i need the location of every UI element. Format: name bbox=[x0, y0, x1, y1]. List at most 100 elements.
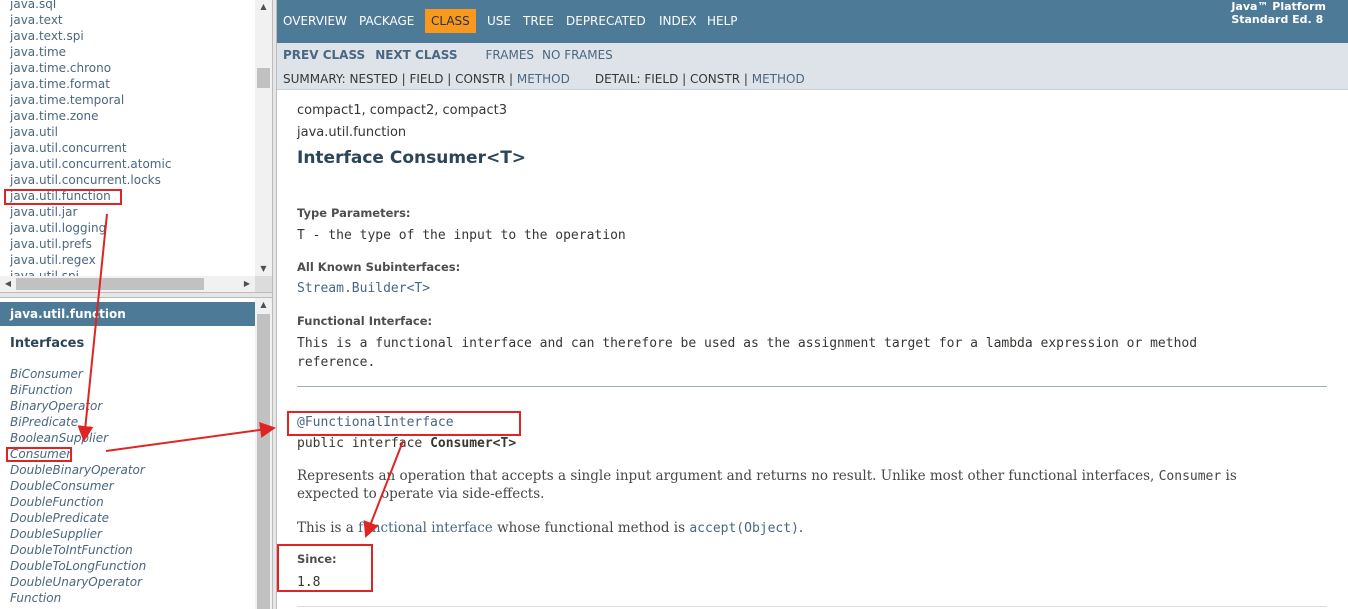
scrollbar-thumb[interactable] bbox=[16, 278, 204, 290]
package-link[interactable]: java.util.concurrent.atomic bbox=[10, 156, 171, 172]
functional-interface-label: Functional Interface: bbox=[297, 314, 433, 328]
description-text-b: is bbox=[1221, 468, 1237, 484]
class-doc-frame: OVERVIEW PACKAGE CLASS USE TREE DEPRECAT… bbox=[277, 0, 1348, 609]
page-title: Interface Consumer<T> bbox=[297, 148, 527, 168]
package-link[interactable]: java.util.concurrent bbox=[10, 140, 171, 156]
interface-link[interactable]: BiFunction bbox=[10, 382, 146, 398]
interface-link[interactable]: BiPredicate bbox=[10, 414, 146, 430]
class-list-vertical-scrollbar[interactable]: ▲ bbox=[255, 298, 272, 609]
package-link[interactable]: java.util.concurrent.locks bbox=[10, 172, 171, 188]
package-link[interactable]: java.util bbox=[10, 124, 171, 140]
interfaces-heading: Interfaces bbox=[10, 336, 85, 351]
package-list-vertical-scrollbar[interactable]: ▲ ▼ bbox=[255, 0, 272, 276]
interface-link[interactable]: DoubleFunction bbox=[10, 494, 146, 510]
platform-line-2: Standard Ed. 8 bbox=[1231, 13, 1324, 26]
interface-link[interactable]: DoubleToIntFunction bbox=[10, 542, 146, 558]
nav-package[interactable]: PACKAGE bbox=[353, 9, 420, 33]
no-frames-link[interactable]: NO FRAMES bbox=[542, 48, 613, 62]
annotation-box-functional-interface bbox=[287, 411, 521, 436]
declaration-name: Consumer<T> bbox=[430, 436, 517, 451]
stream-builder-link[interactable]: Stream.Builder<T> bbox=[297, 281, 430, 296]
scrollbar-corner bbox=[255, 276, 272, 292]
package-link[interactable]: java.time.temporal bbox=[10, 92, 171, 108]
nav-class[interactable]: CLASS bbox=[425, 9, 476, 33]
nav-index[interactable]: INDEX bbox=[653, 9, 703, 33]
platform-line-1: Java™ Platform bbox=[1231, 0, 1326, 13]
description-line-2: expected to operate via side-effects. bbox=[297, 486, 545, 502]
package-list-frame: java.sql java.text java.text.spi java.time j… bbox=[0, 0, 272, 292]
description-line-1: Represents an operation that accepts a s… bbox=[297, 467, 1237, 486]
nav-overview[interactable]: OVERVIEW bbox=[277, 9, 353, 33]
frames-link[interactable]: FRAMES bbox=[486, 48, 535, 62]
package-link[interactable]: java.text bbox=[10, 12, 171, 28]
detail-method-link[interactable]: METHOD bbox=[752, 72, 805, 86]
interface-link[interactable]: BiConsumer bbox=[10, 366, 146, 382]
interface-link[interactable]: Function bbox=[10, 590, 146, 606]
prev-class-link[interactable]: PREV CLASS bbox=[283, 48, 365, 62]
platform-label: Java™ Platform Standard Ed. 8 bbox=[1231, 0, 1326, 26]
package-link[interactable]: java.util.prefs bbox=[10, 236, 171, 252]
nav-tree[interactable]: TREE bbox=[517, 9, 560, 33]
interface-link[interactable]: DoubleToLongFunction bbox=[10, 558, 146, 574]
next-class-link[interactable]: NEXT CLASS bbox=[375, 48, 457, 62]
scrollbar-thumb[interactable] bbox=[257, 68, 270, 88]
scroll-down-arrow-icon[interactable]: ▼ bbox=[255, 262, 272, 276]
package-header[interactable]: java.util.function bbox=[0, 302, 255, 326]
declaration-prefix: public interface bbox=[297, 436, 431, 451]
functional-interface-text-2: reference. bbox=[297, 355, 376, 370]
interface-link[interactable]: DoubleBinaryOperator bbox=[10, 462, 146, 478]
description-code: Consumer bbox=[1158, 469, 1222, 484]
top-navbar: OVERVIEW PACKAGE CLASS USE TREE DEPRECAT… bbox=[277, 0, 1348, 43]
interface-list: BiConsumer BiFunction BinaryOperator BiPred… bbox=[10, 366, 146, 606]
functional-method-line: This is a functional interface whose fun… bbox=[297, 519, 803, 538]
package-list-horizontal-scrollbar[interactable]: ◀ ▶ bbox=[0, 276, 255, 292]
detail-nav: DETAIL: FIELD | CONSTR | bbox=[594, 72, 752, 86]
scroll-left-arrow-icon[interactable]: ◀ bbox=[0, 276, 16, 292]
package-link[interactable]: java.sql bbox=[10, 0, 171, 12]
summary-nav: SUMMARY: NESTED | FIELD | CONSTR | bbox=[283, 72, 517, 86]
class-description: compact1, compact2, compact3 java.util.f… bbox=[297, 100, 1327, 607]
divider bbox=[297, 386, 1327, 387]
fi-text-c: . bbox=[798, 520, 804, 536]
scrollbar-thumb[interactable] bbox=[257, 314, 270, 609]
package-link[interactable]: java.time bbox=[10, 44, 171, 60]
package-link[interactable]: java.util.logging bbox=[10, 220, 171, 236]
nav-deprecated[interactable]: DEPRECATED bbox=[560, 9, 652, 33]
package-link[interactable]: java.text.spi bbox=[10, 28, 171, 44]
interface-link[interactable]: BinaryOperator bbox=[10, 398, 146, 414]
interface-link[interactable]: DoubleSupplier bbox=[10, 526, 146, 542]
subinterfaces-label: All Known Subinterfaces: bbox=[297, 260, 461, 274]
accept-method-link[interactable]: accept(Object) bbox=[689, 521, 799, 536]
declaration: public interface Consumer<T> bbox=[297, 434, 516, 453]
divider bbox=[297, 606, 1327, 607]
interface-link[interactable]: BooleanSupplier bbox=[10, 430, 146, 446]
annotation-box-consumer bbox=[6, 447, 72, 462]
package-link[interactable]: java.time.zone bbox=[10, 108, 171, 124]
package-name: java.util.function bbox=[297, 125, 407, 140]
interface-link[interactable]: DoubleConsumer bbox=[10, 478, 146, 494]
package-link[interactable]: java.time.format bbox=[10, 76, 171, 92]
annotation-box-package bbox=[4, 189, 122, 205]
profiles-line: compact1, compact2, compact3 bbox=[297, 103, 508, 118]
nav-help[interactable]: HELP bbox=[701, 9, 744, 33]
scroll-up-arrow-icon[interactable]: ▲ bbox=[255, 0, 272, 14]
interface-link[interactable]: DoubleUnaryOperator bbox=[10, 574, 146, 590]
package-link[interactable]: java.time.chrono bbox=[10, 60, 171, 76]
interface-link[interactable]: DoublePredicate bbox=[10, 510, 146, 526]
description-text-a: Represents an operation that accepts a s… bbox=[297, 468, 1159, 484]
annotation-box-since bbox=[277, 544, 373, 592]
type-params-value: T - the type of the input to the operati… bbox=[297, 228, 626, 243]
functional-interface-link[interactable]: functional interface bbox=[358, 520, 493, 536]
fi-text-b: whose functional method is bbox=[492, 520, 690, 536]
package-list: java.sql java.text java.text.spi java.time j… bbox=[10, 0, 171, 284]
package-link[interactable]: java.util.jar bbox=[10, 204, 171, 220]
scroll-right-arrow-icon[interactable]: ▶ bbox=[239, 276, 255, 292]
summary-method-link[interactable]: METHOD bbox=[517, 72, 570, 86]
sub-navbar: PREV CLASS NEXT CLASS FRAMES NO FRAMES SUMM… bbox=[277, 43, 1348, 90]
package-link[interactable]: java.util.regex bbox=[10, 252, 171, 268]
scroll-up-arrow-icon[interactable]: ▲ bbox=[255, 298, 272, 312]
fi-text-a: This is a bbox=[297, 520, 359, 536]
functional-interface-text-1: This is a functional interface and can t… bbox=[297, 336, 1198, 351]
nav-use[interactable]: USE bbox=[481, 9, 517, 33]
type-params-label: Type Parameters: bbox=[297, 206, 411, 220]
